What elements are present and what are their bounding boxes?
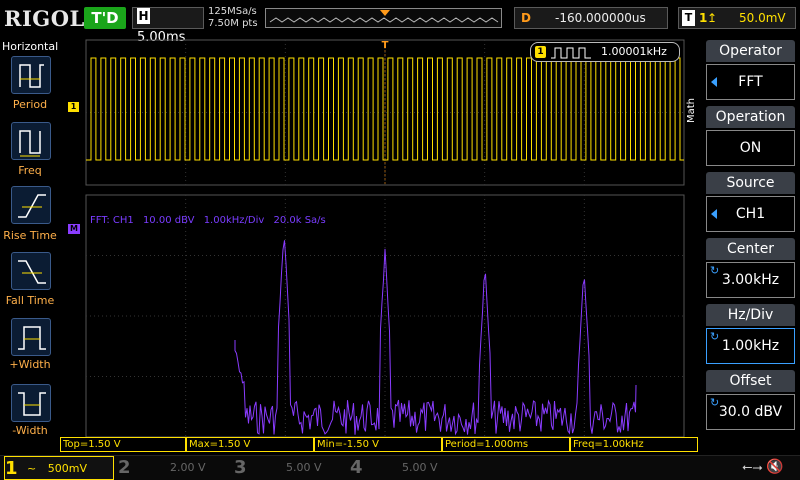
center-value-box[interactable]: ↻ 3.00kHz [706, 262, 795, 298]
knob-icon: ↻ [710, 264, 720, 277]
hz-div-title: Hz/Div [706, 304, 795, 326]
center-title: Center [706, 238, 795, 260]
counter-channel-badge: 1 [535, 46, 546, 58]
math-menu-panel: Math Operator FFT Operation ON Source CH… [686, 38, 800, 455]
fft-grid [85, 194, 685, 438]
center-menu-item[interactable]: Center ↻ 3.00kHz [706, 238, 795, 300]
left-arrow-icon [711, 77, 717, 87]
operation-menu-item[interactable]: Operation ON [706, 106, 795, 168]
hz-div-value-box[interactable]: ↻ 1.00kHz [706, 328, 795, 364]
ch2-number: 2 [118, 457, 131, 478]
source-title: Source [706, 172, 795, 194]
offset-title: Offset [706, 370, 795, 392]
operator-menu-item[interactable]: Operator FFT [706, 40, 795, 102]
ch1-coupling-icon: ~ [27, 462, 37, 475]
fft-sample-rate: 20.0k Sa/s [273, 215, 326, 226]
sound-muted-icon[interactable]: 🔇 [766, 459, 788, 477]
operation-value: ON [739, 140, 762, 156]
operator-value: FFT [738, 74, 763, 90]
ch1-status[interactable]: 1 ~ 500mV [4, 456, 114, 480]
center-value: 3.00kHz [721, 272, 780, 288]
fft-hz-div: 1.00kHz/Div [203, 215, 265, 226]
ch1-offset-marker[interactable]: 1 [68, 102, 79, 112]
hz-div-menu-item[interactable]: Hz/Div ↻ 1.00kHz [706, 304, 795, 366]
hz-div-value: 1.00kHz [721, 338, 780, 354]
offset-value: 30.0 dBV [718, 404, 783, 420]
usb-icon: ⭠⭢ [742, 460, 763, 475]
fft-scale: 10.00 dBV [142, 215, 195, 226]
fft-source: FFT: CH1 [90, 215, 134, 226]
ch2-scale: 2.00 V [170, 461, 206, 474]
channel-status-bar: 1 ~ 500mV 2 2.00 V 3 5.00 V 4 5.00 V ⭠⭢ … [0, 455, 800, 480]
ch3-status[interactable]: 3 5.00 V [234, 456, 346, 480]
ch4-status[interactable]: 4 5.00 V [350, 456, 462, 480]
source-menu-item[interactable]: Source CH1 [706, 172, 795, 234]
operation-title: Operation [706, 106, 795, 128]
knob-icon: ↻ [710, 396, 720, 409]
ch4-number: 4 [350, 457, 363, 478]
offset-menu-item[interactable]: Offset ↻ 30.0 dBV [706, 370, 795, 432]
measure-period[interactable]: Period=1.000ms [442, 437, 570, 452]
ch3-scale: 5.00 V [286, 461, 322, 474]
frequency-counter[interactable]: 1 1.00001kHz [530, 42, 680, 62]
ch2-status[interactable]: 2 2.00 V [118, 456, 230, 480]
left-arrow-icon [711, 209, 717, 219]
operator-value-box[interactable]: FFT [706, 64, 795, 100]
ch4-scale: 5.00 V [402, 461, 438, 474]
operator-title: Operator [706, 40, 795, 62]
source-value: CH1 [735, 206, 766, 222]
ch3-number: 3 [234, 457, 247, 478]
trigger-position-marker[interactable]: T [380, 40, 390, 54]
ch1-number: 1 [5, 458, 18, 479]
source-value-box[interactable]: CH1 [706, 196, 795, 232]
waveform-display[interactable] [0, 0, 800, 480]
square-pulse-icon [551, 47, 591, 59]
math-offset-marker[interactable]: M [68, 224, 80, 234]
measurement-strip: Top=1.50 V Max=1.50 V Min=-1.50 V Period… [60, 437, 700, 453]
fft-info-label: FFT: CH1 10.00 dBV 1.00kHz/Div 20.0k Sa/… [90, 215, 332, 226]
math-menu-tab[interactable]: Math [686, 98, 698, 123]
fft-spectrum-trace [234, 240, 637, 436]
frequency-counter-value: 1.00001kHz [601, 45, 667, 58]
offset-value-box[interactable]: ↻ 30.0 dBV [706, 394, 795, 430]
measure-freq[interactable]: Freq=1.00kHz [570, 437, 698, 452]
knob-icon: ↻ [710, 330, 720, 343]
measure-max[interactable]: Max=1.50 V [186, 437, 314, 452]
measure-top[interactable]: Top=1.50 V [60, 437, 186, 452]
operation-value-box[interactable]: ON [706, 130, 795, 166]
ch1-scale: 500mV [47, 462, 87, 475]
measure-min[interactable]: Min=-1.50 V [314, 437, 442, 452]
